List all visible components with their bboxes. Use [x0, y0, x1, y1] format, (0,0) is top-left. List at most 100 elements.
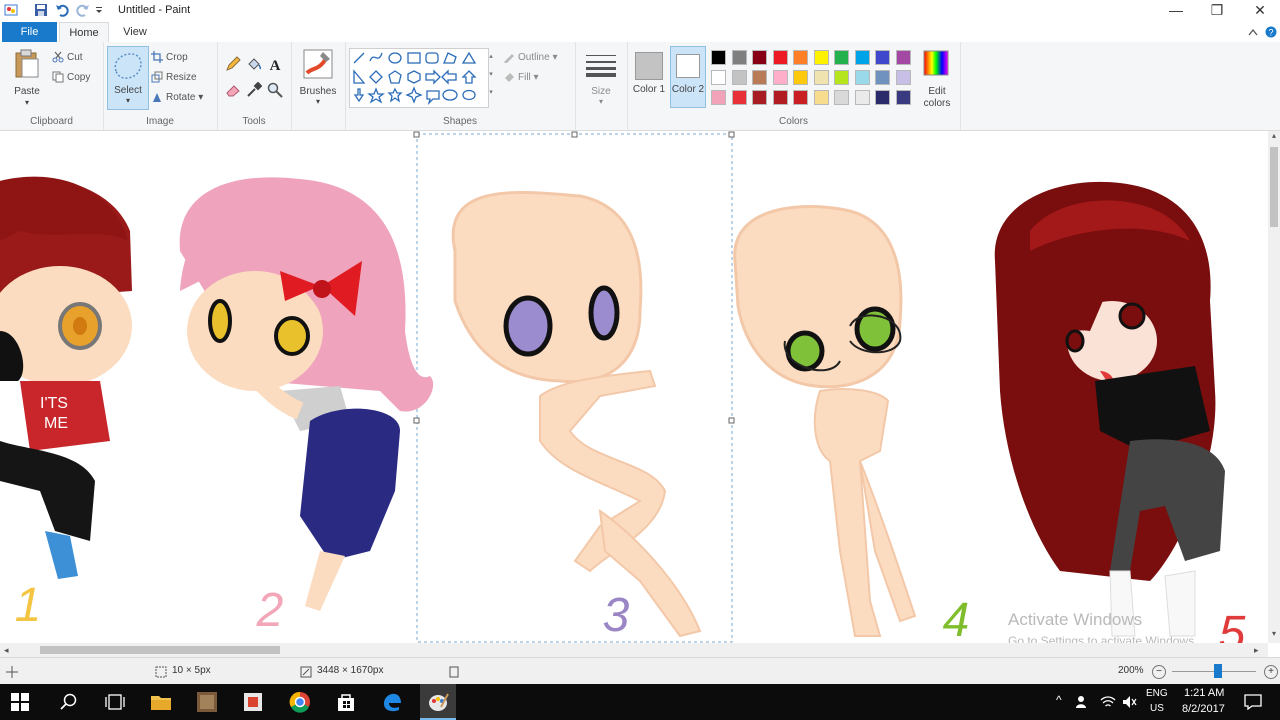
- zoom-in-button[interactable]: +: [1264, 665, 1278, 679]
- select-button[interactable]: Select ▾: [107, 46, 149, 110]
- zoom-out-button[interactable]: −: [1152, 665, 1166, 679]
- pencil-icon[interactable]: [225, 56, 241, 72]
- palette-color-swatch[interactable]: [813, 90, 829, 105]
- chrome-icon[interactable]: [289, 691, 311, 713]
- palette-color-swatch[interactable]: [834, 90, 849, 105]
- redo-icon[interactable]: [76, 3, 90, 17]
- selection-handle[interactable]: [413, 131, 420, 138]
- palette-color-swatch[interactable]: [834, 50, 849, 65]
- palette-color-swatch[interactable]: [711, 50, 726, 65]
- palette-color-swatch[interactable]: [731, 70, 747, 85]
- palette-color-swatch[interactable]: [854, 70, 870, 85]
- maximize-button[interactable]: ❐: [1195, 0, 1239, 22]
- clock-time[interactable]: 1:21 AM: [1184, 687, 1224, 699]
- selection-handle[interactable]: [728, 417, 735, 424]
- size-dropdown-icon[interactable]: ▾: [581, 97, 621, 106]
- palette-color-swatch[interactable]: [793, 50, 808, 65]
- palette-color-swatch[interactable]: [752, 90, 767, 105]
- palette-color-swatch[interactable]: [834, 70, 849, 85]
- windows-start-icon[interactable]: [10, 692, 30, 712]
- magnifier-icon[interactable]: [267, 82, 283, 98]
- fill-bucket-icon[interactable]: [246, 56, 262, 72]
- scroll-down-arrow-icon[interactable]: ▾: [1268, 629, 1280, 641]
- palette-color-swatch[interactable]: [895, 50, 911, 65]
- collapse-ribbon-icon[interactable]: [1248, 28, 1258, 36]
- search-icon[interactable]: [60, 693, 78, 711]
- media-app-icon[interactable]: [242, 691, 264, 713]
- wifi-icon[interactable]: [1100, 695, 1116, 709]
- vertical-scroll-thumb[interactable]: [1270, 147, 1278, 227]
- palette-color-swatch[interactable]: [875, 90, 890, 105]
- palette-color-swatch[interactable]: [752, 70, 767, 85]
- palette-color-swatch[interactable]: [854, 50, 870, 65]
- customize-quick-access-icon[interactable]: [95, 6, 103, 14]
- crop-button[interactable]: Crop: [151, 50, 188, 66]
- color-picker-icon[interactable]: [246, 82, 262, 98]
- outline-button[interactable]: Outline ▾: [503, 50, 558, 66]
- undo-icon[interactable]: [55, 3, 69, 17]
- palette-color-swatch[interactable]: [731, 90, 747, 105]
- copy-button[interactable]: Copy: [52, 70, 90, 86]
- edit-colors-button[interactable]: Edit colors: [917, 46, 957, 109]
- tab-file[interactable]: File: [2, 22, 57, 42]
- color1-button[interactable]: Color 1: [631, 46, 667, 108]
- network-people-icon[interactable]: [1076, 695, 1092, 709]
- clock-date[interactable]: 8/2/2017: [1182, 703, 1225, 715]
- zoom-slider-thumb[interactable]: [1214, 664, 1222, 678]
- palette-color-swatch[interactable]: [813, 50, 829, 65]
- palette-color-swatch[interactable]: [752, 50, 767, 65]
- horizontal-scroll-thumb[interactable]: [40, 646, 280, 654]
- palette-color-swatch[interactable]: [875, 50, 890, 65]
- palette-color-swatch[interactable]: [731, 50, 747, 65]
- file-explorer-icon[interactable]: [150, 692, 172, 712]
- paste-button[interactable]: Paste ▾: [6, 46, 48, 110]
- select-dropdown-icon[interactable]: ▾: [108, 96, 148, 105]
- size-button[interactable]: Size ▾: [581, 46, 621, 108]
- palette-color-swatch[interactable]: [772, 70, 788, 85]
- brushes-button[interactable]: Brushes ▾: [295, 46, 341, 108]
- text-icon[interactable]: A: [267, 56, 283, 72]
- tab-home[interactable]: Home: [59, 22, 109, 43]
- palette-color-swatch[interactable]: [793, 70, 808, 85]
- horizontal-scrollbar[interactable]: ◂ ▸: [0, 643, 1268, 657]
- palette-color-swatch[interactable]: [772, 50, 788, 65]
- resize-button[interactable]: Resize: [151, 70, 197, 86]
- rotate-button[interactable]: Rotate ▾: [151, 90, 203, 106]
- fill-button[interactable]: Fill ▾: [503, 70, 539, 86]
- shapes-gallery[interactable]: [349, 48, 489, 108]
- drawing-canvas[interactable]: I'TS ME 1 2 3 4 5: [0, 131, 1268, 643]
- store-icon[interactable]: [335, 691, 357, 713]
- brushes-dropdown-icon[interactable]: ▾: [295, 97, 341, 106]
- action-center-icon[interactable]: [1244, 694, 1262, 710]
- selection-handle[interactable]: [728, 131, 735, 138]
- tab-view[interactable]: View: [112, 22, 158, 42]
- scroll-up-arrow-icon[interactable]: ▴: [1268, 131, 1280, 143]
- selection-handle[interactable]: [413, 417, 420, 424]
- eraser-icon[interactable]: [225, 82, 241, 98]
- palette-color-swatch[interactable]: [711, 70, 726, 85]
- selection-handle[interactable]: [571, 131, 578, 138]
- task-view-icon[interactable]: [105, 693, 125, 711]
- paint-taskbar-item[interactable]: [420, 684, 456, 720]
- palette-color-swatch[interactable]: [875, 70, 890, 85]
- show-hidden-icons-icon[interactable]: ^: [1056, 693, 1062, 707]
- game-app-icon[interactable]: [196, 691, 218, 713]
- paste-dropdown-icon[interactable]: ▾: [6, 98, 48, 107]
- palette-color-swatch[interactable]: [854, 90, 870, 105]
- palette-color-swatch[interactable]: [895, 70, 911, 85]
- palette-color-swatch[interactable]: [813, 70, 829, 85]
- scroll-right-arrow-icon[interactable]: ▸: [1254, 643, 1266, 657]
- volume-icon[interactable]: [1122, 695, 1138, 709]
- vertical-scrollbar[interactable]: ▴ ▾: [1268, 131, 1280, 643]
- color2-button[interactable]: Color 2: [670, 46, 706, 108]
- palette-color-swatch[interactable]: [793, 90, 808, 105]
- edge-icon[interactable]: [381, 691, 403, 713]
- canvas-area[interactable]: I'TS ME 1 2 3 4 5 Activate Windows Go to…: [0, 131, 1268, 643]
- help-icon[interactable]: ?: [1265, 26, 1277, 38]
- save-icon[interactable]: [34, 3, 48, 17]
- palette-color-swatch[interactable]: [772, 90, 788, 105]
- minimize-button[interactable]: —: [1154, 0, 1198, 22]
- palette-color-swatch[interactable]: [895, 90, 911, 105]
- close-button[interactable]: ✕: [1238, 0, 1280, 22]
- shapes-scroll[interactable]: ▴ ▾ ▾: [487, 48, 495, 106]
